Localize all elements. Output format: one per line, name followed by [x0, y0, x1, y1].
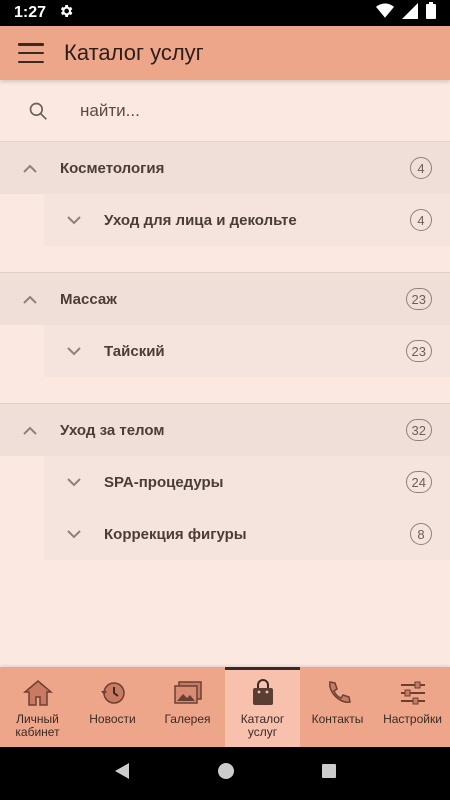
recents-icon[interactable]	[321, 763, 337, 784]
chevron-down-icon	[44, 346, 104, 356]
settings-gear-icon	[58, 3, 74, 24]
chevron-down-icon	[44, 477, 104, 487]
signal-icon	[402, 2, 418, 24]
nav-item-news[interactable]: Новости	[75, 667, 150, 747]
subcategory-label: Тайский	[104, 342, 165, 360]
status-bar: 1:27	[0, 0, 450, 26]
search-input[interactable]	[80, 100, 380, 121]
subcategory-label: Коррекция фигуры	[104, 525, 247, 543]
catalog-group: Косметология 4 Уход для лица и декольте …	[0, 142, 450, 273]
subcategory-item[interactable]: Тайский 23	[44, 325, 450, 377]
group-label: Косметология	[60, 159, 165, 177]
search-icon[interactable]	[8, 101, 68, 121]
catalog-group: Массаж 23 Тайский 23	[0, 273, 450, 404]
subcategory-item[interactable]: SPA-процедуры 24	[44, 456, 450, 508]
nav-item-settings[interactable]: Настройки	[375, 667, 450, 747]
nav-label: Контакты	[311, 712, 364, 726]
catalog-group: Уход за телом 32 SPA-процедуры 24 Коррек…	[0, 404, 450, 586]
home-icon	[22, 677, 53, 709]
page-title: Каталог услуг	[64, 40, 204, 65]
group-label: Уход за телом	[60, 421, 165, 439]
count-badge: 4	[410, 157, 432, 179]
subcategory-label: SPA-процедуры	[104, 473, 224, 491]
chevron-up-icon	[0, 164, 60, 173]
nav-label: Настройки	[383, 712, 442, 726]
nav-item-contacts[interactable]: Контакты	[300, 667, 375, 747]
chevron-up-icon	[0, 426, 60, 435]
count-badge: 23	[405, 340, 432, 362]
nav-label: Новости	[89, 712, 136, 726]
chevron-up-icon	[0, 295, 60, 304]
history-icon	[99, 677, 127, 709]
chevron-down-icon	[44, 215, 104, 225]
app-bar: Каталог услуг	[0, 26, 450, 80]
settings-sliders-icon	[399, 677, 427, 709]
count-badge: 32	[405, 419, 432, 441]
group-label: Массаж	[60, 290, 117, 308]
nav-item-gallery[interactable]: Галерея	[150, 667, 225, 747]
system-navigation-bar	[0, 747, 450, 800]
back-icon[interactable]	[113, 762, 131, 785]
count-badge: 24	[405, 471, 432, 493]
nav-label: Личный кабинет	[15, 712, 60, 739]
nav-label: Галерея	[164, 712, 211, 726]
status-time: 1:27	[14, 4, 47, 21]
subcategory-label: Уход для лица и декольте	[104, 211, 297, 229]
search-bar	[0, 80, 450, 142]
count-badge: 23	[405, 288, 432, 310]
count-badge: 8	[410, 523, 432, 545]
bottom-navigation: Личный кабинет Новости Галерея Каталог у…	[0, 667, 450, 747]
chevron-down-icon	[44, 529, 104, 539]
phone-icon	[325, 677, 351, 709]
shopping-bag-icon	[250, 677, 276, 709]
nav-item-catalog[interactable]: Каталог услуг	[225, 667, 300, 747]
home-button-icon[interactable]	[217, 762, 235, 785]
wifi-icon	[376, 3, 394, 24]
subcategory-item[interactable]: Уход для лица и декольте 4	[44, 194, 450, 246]
subcategory-item[interactable]: Коррекция фигуры 8	[44, 508, 450, 560]
group-header-body-care[interactable]: Уход за телом 32	[0, 404, 450, 456]
nav-label: Каталог услуг	[240, 712, 285, 739]
hamburger-menu-icon[interactable]	[18, 43, 44, 63]
nav-item-account[interactable]: Личный кабинет	[0, 667, 75, 747]
group-header-cosmetology[interactable]: Косметология 4	[0, 142, 450, 194]
gallery-icon	[173, 677, 203, 709]
group-header-massage[interactable]: Массаж 23	[0, 273, 450, 325]
catalog-list: Косметология 4 Уход для лица и декольте …	[0, 142, 450, 586]
count-badge: 4	[410, 209, 432, 231]
battery-icon	[426, 2, 436, 24]
